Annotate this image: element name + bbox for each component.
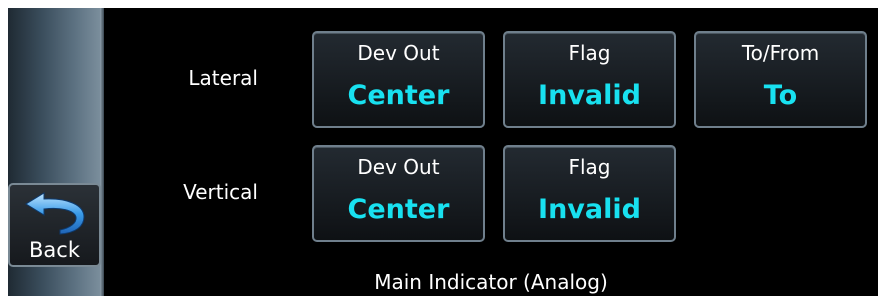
back-arrow-icon [25,192,85,235]
lateral-flag-button[interactable]: Flag Invalid [503,31,676,128]
tile-title: Dev Out [357,155,440,179]
tile-title: Dev Out [357,41,440,65]
page-title: Main Indicator (Analog) [374,270,608,294]
lateral-to-from-button[interactable]: To/From To [694,31,867,128]
lateral-dev-out-button[interactable]: Dev Out Center [312,31,485,128]
tile-title: To/From [741,41,820,65]
back-button-label: Back [29,238,80,262]
tile-value: Center [347,80,450,111]
tile-value: Center [347,194,450,225]
vertical-dev-out-button[interactable]: Dev Out Center [312,145,485,242]
tile-value: Invalid [538,80,641,111]
tile-value: Invalid [538,194,641,225]
tile-title: Flag [568,41,611,65]
tile-value: To [763,80,798,111]
vertical-row-label: Vertical [183,180,258,204]
tile-title: Flag [568,155,611,179]
back-button[interactable]: Back [8,183,101,267]
vertical-flag-button[interactable]: Flag Invalid [503,145,676,242]
lateral-row-label: Lateral [188,66,258,90]
